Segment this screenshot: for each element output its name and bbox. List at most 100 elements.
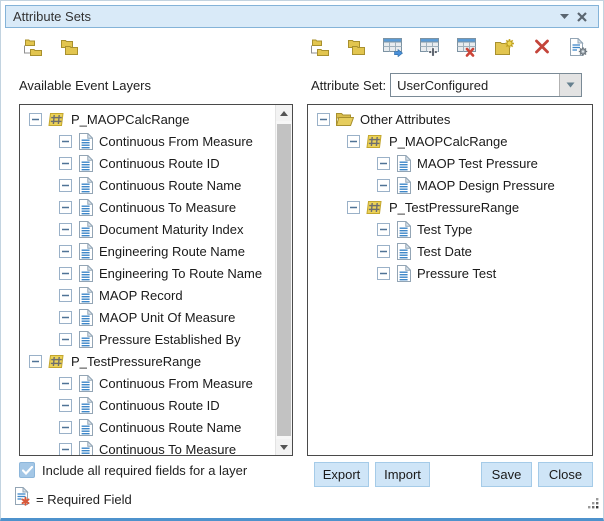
tree-item[interactable]: P_TestPressureRange	[308, 196, 592, 218]
tree-item[interactable]: Continuous To Measure	[20, 196, 275, 218]
delete-button[interactable]	[530, 38, 553, 61]
expand-all-button[interactable]	[21, 38, 44, 61]
vertical-scrollbar[interactable]	[275, 105, 292, 455]
minus-box-icon[interactable]	[59, 289, 72, 302]
minus-box-icon[interactable]	[347, 135, 360, 148]
layer-icon	[366, 200, 383, 215]
tree-item[interactable]: MAOP Test Pressure	[308, 152, 592, 174]
minus-box-icon[interactable]	[377, 179, 390, 192]
minus-box-icon[interactable]	[59, 443, 72, 456]
new-attribute-set-button[interactable]	[493, 38, 516, 61]
folder-icon	[336, 112, 354, 126]
minus-box-icon[interactable]	[59, 245, 72, 258]
minus-box-icon[interactable]	[317, 113, 330, 126]
tree-item-label: Test Date	[417, 244, 472, 259]
minus-box-icon[interactable]	[377, 267, 390, 280]
close-button[interactable]: Close	[538, 462, 593, 487]
tree-item[interactable]: MAOP Unit Of Measure	[20, 306, 275, 328]
scrollbar-thumb[interactable]	[277, 124, 291, 436]
minus-box-icon[interactable]	[59, 157, 72, 170]
tree-item[interactable]: Continuous Route ID	[20, 394, 275, 416]
attribute-sets-dialog: Attribute Sets Available Event Layers At…	[0, 0, 604, 521]
properties-icon	[569, 38, 588, 61]
table-add-button[interactable]	[419, 38, 442, 61]
tree-item[interactable]: Engineering To Route Name	[20, 262, 275, 284]
minus-box-icon[interactable]	[59, 267, 72, 280]
layer-icon	[48, 112, 65, 127]
expand-all-icon	[22, 38, 43, 61]
field-icon	[78, 419, 93, 436]
tree-item[interactable]: Pressure Established By	[20, 328, 275, 350]
tree-item[interactable]: Continuous To Measure	[20, 438, 275, 456]
tree-item-label: Continuous Route ID	[99, 156, 220, 171]
attribute-set-dropdown[interactable]: UserConfigured	[390, 73, 582, 97]
minus-box-icon[interactable]	[29, 113, 42, 126]
collapse-panel-icon[interactable]	[555, 8, 573, 26]
field-icon	[78, 375, 93, 392]
scroll-up-icon[interactable]	[276, 105, 292, 121]
tree-item-label: P_MAOPCalcRange	[71, 112, 190, 127]
tree-item[interactable]: MAOP Design Pressure	[308, 174, 592, 196]
field-icon	[78, 199, 93, 216]
layer-icon	[48, 354, 65, 369]
tree-item[interactable]: Other Attributes	[308, 108, 592, 130]
tree-item[interactable]: P_TestPressureRange	[20, 350, 275, 372]
scroll-down-icon[interactable]	[276, 439, 292, 455]
include-required-fields-checkbox[interactable]	[19, 462, 35, 478]
tree-item-label: Other Attributes	[360, 112, 450, 127]
minus-box-icon[interactable]	[59, 399, 72, 412]
tree-item[interactable]: Continuous Route Name	[20, 174, 275, 196]
tree-item-label: Continuous Route Name	[99, 178, 241, 193]
tree-item[interactable]: Document Maturity Index	[20, 218, 275, 240]
expand-all-button[interactable]	[308, 38, 331, 61]
tree-item[interactable]: Test Type	[308, 218, 592, 240]
minus-box-icon[interactable]	[59, 421, 72, 434]
labels-row: Available Event Layers Attribute Set: Us…	[1, 72, 603, 98]
table-export-button[interactable]	[382, 38, 405, 61]
close-icon[interactable]	[573, 8, 591, 26]
tree-item[interactable]: P_MAOPCalcRange	[308, 130, 592, 152]
resize-grip[interactable]	[587, 496, 599, 514]
field-icon	[78, 265, 93, 282]
minus-box-icon[interactable]	[29, 355, 42, 368]
collapse-all-button[interactable]	[345, 38, 368, 61]
import-button[interactable]: Import	[375, 462, 430, 487]
tree-item[interactable]: Engineering Route Name	[20, 240, 275, 262]
tree-item[interactable]: P_MAOPCalcRange	[20, 108, 275, 130]
properties-button[interactable]	[567, 38, 590, 61]
minus-box-icon[interactable]	[377, 245, 390, 258]
tree-item[interactable]: MAOP Record	[20, 284, 275, 306]
tree-item[interactable]: Continuous From Measure	[20, 372, 275, 394]
minus-box-icon[interactable]	[377, 223, 390, 236]
available-event-layers-label: Available Event Layers	[19, 78, 151, 93]
minus-box-icon[interactable]	[59, 311, 72, 324]
dialog-title: Attribute Sets	[13, 9, 555, 24]
attribute-set-tree: Other Attributes P_MAOPCalcRange MAOP Test…	[308, 105, 592, 284]
minus-box-icon[interactable]	[59, 223, 72, 236]
tree-item[interactable]: Continuous From Measure	[20, 130, 275, 152]
tree-item[interactable]: Continuous Route ID	[20, 152, 275, 174]
minus-box-icon[interactable]	[59, 179, 72, 192]
field-icon	[78, 441, 93, 457]
minus-box-icon[interactable]	[59, 377, 72, 390]
table-remove-button[interactable]	[456, 38, 479, 61]
field-icon	[78, 397, 93, 414]
minus-box-icon[interactable]	[377, 157, 390, 170]
minus-box-icon[interactable]	[59, 333, 72, 346]
field-icon	[396, 221, 411, 238]
minus-box-icon[interactable]	[59, 135, 72, 148]
chevron-down-icon[interactable]	[559, 74, 581, 96]
collapse-all-button[interactable]	[58, 38, 81, 61]
expand-all-icon	[309, 38, 330, 61]
tree-item[interactable]: Continuous Route Name	[20, 416, 275, 438]
tree-item-label: P_MAOPCalcRange	[389, 134, 508, 149]
required-field-legend: = Required Field	[36, 492, 132, 507]
minus-box-icon[interactable]	[347, 201, 360, 214]
save-button[interactable]: Save	[481, 462, 532, 487]
tree-item[interactable]: Test Date	[308, 240, 592, 262]
export-button[interactable]: Export	[314, 462, 369, 487]
minus-box-icon[interactable]	[59, 201, 72, 214]
field-icon	[78, 221, 93, 238]
field-icon	[396, 177, 411, 194]
tree-item[interactable]: Pressure Test	[308, 262, 592, 284]
